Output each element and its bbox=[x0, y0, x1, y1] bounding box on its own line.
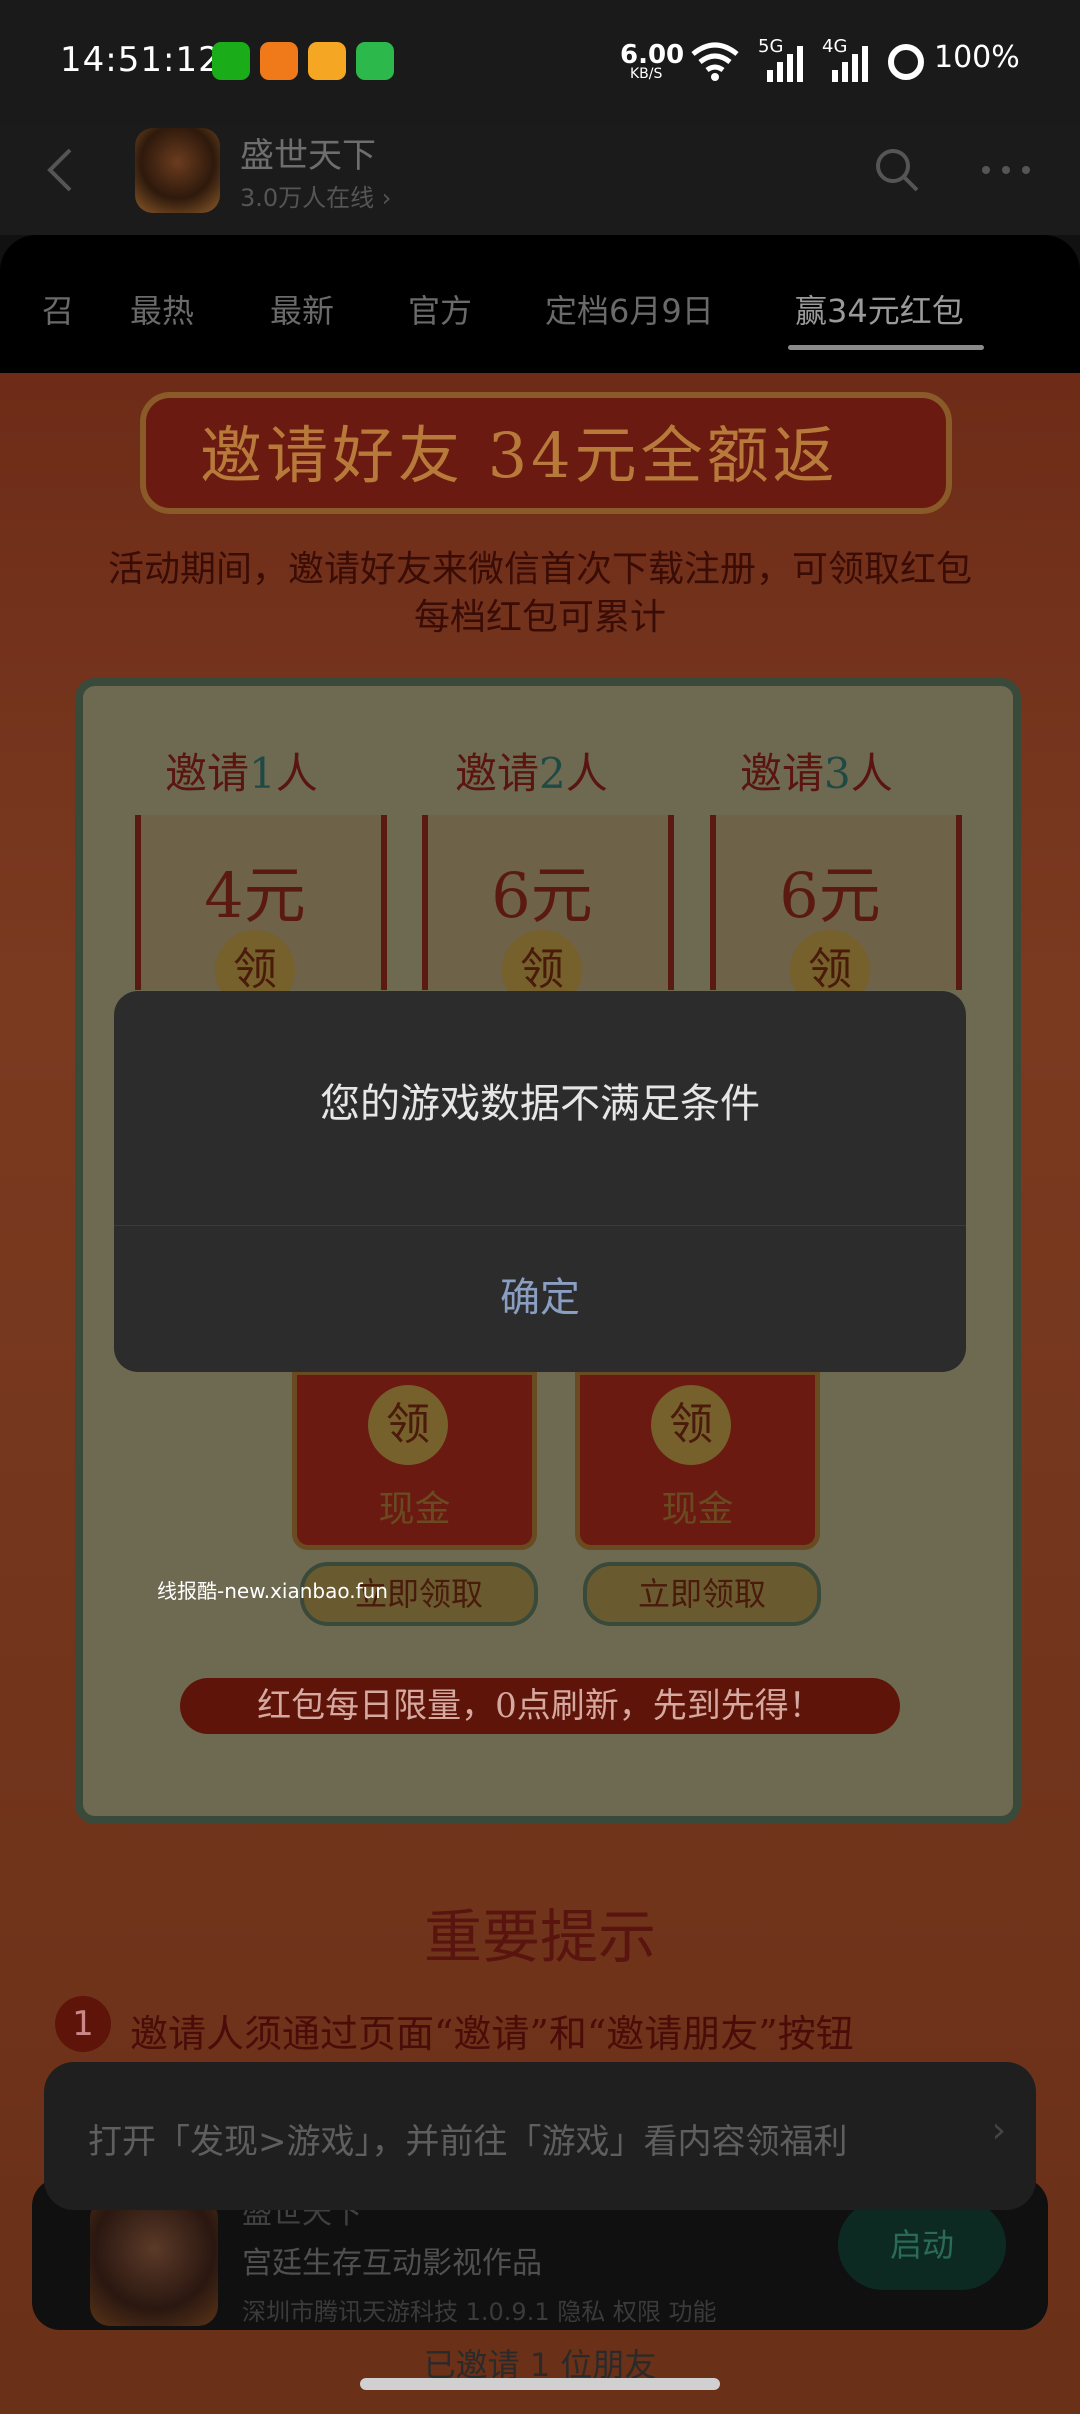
battery-saver-icon bbox=[356, 42, 394, 80]
watermark-text: 线报酷-new.xianbao.fun bbox=[157, 1579, 388, 1603]
activity-description-1: 活动期间，邀请好友来微信首次下载注册，可领取红包 bbox=[107, 549, 972, 590]
dialog-message: 您的游戏数据不满足条件 bbox=[320, 1081, 760, 1127]
game-name[interactable]: 盛世天下 bbox=[240, 128, 376, 177]
tip-number-badge: 1 bbox=[55, 1996, 111, 2052]
more-dots-icon[interactable] bbox=[980, 160, 1032, 180]
tip-1-text: 邀请人须通过页面“邀请”和“邀请朋友”按钮 bbox=[130, 2012, 854, 2056]
alert-dialog: 您的游戏数据不满足条件 确定 bbox=[114, 991, 966, 1372]
tab-red-packet[interactable]: 赢34元红包 bbox=[795, 286, 964, 332]
game-card-avatar bbox=[90, 2198, 218, 2326]
battery-percent: 100% bbox=[934, 40, 1020, 75]
chevron-right-icon: › bbox=[991, 2110, 1006, 2151]
back-button[interactable] bbox=[40, 145, 80, 195]
toast-text: 打开「发现>游戏」，并前往「游戏」看内容领福利 bbox=[88, 2122, 848, 2162]
app-notification-icon bbox=[260, 42, 298, 80]
tier-heading-1: 邀请1人 bbox=[165, 749, 318, 798]
tab-official[interactable]: 官方 bbox=[408, 286, 472, 332]
battery-ring-icon bbox=[888, 44, 924, 80]
game-card-subtitle: 宫廷生存互动影视作品 bbox=[242, 2246, 542, 2281]
status-bar: 14:51:12 6.00 KB/S 5G 4G 100% bbox=[0, 0, 1080, 125]
claim-badge-4[interactable]: 领 bbox=[368, 1385, 448, 1465]
wifi-icon bbox=[691, 42, 739, 81]
envelope-amount-2: 6元 bbox=[491, 859, 593, 932]
cash-label-1: 现金 bbox=[378, 1489, 451, 1530]
cash-label-2: 现金 bbox=[661, 1489, 734, 1530]
claim-now-button-2[interactable]: 立即领取 bbox=[583, 1562, 821, 1626]
signal-bars-icon-2 bbox=[832, 46, 868, 82]
tier-heading-3: 邀请3人 bbox=[740, 749, 893, 798]
daily-limit-notice: 红包每日限量，0点刷新，先到先得！ bbox=[180, 1678, 900, 1734]
tier-heading-2: 邀请2人 bbox=[455, 749, 608, 798]
activity-description-2: 每档红包可累计 bbox=[413, 597, 666, 638]
game-tip-toast[interactable]: 打开「发现>游戏」，并前往「游戏」看内容领福利 › bbox=[44, 2062, 1036, 2210]
confirm-button[interactable]: 确定 bbox=[114, 1225, 966, 1372]
game-card-info[interactable]: 深圳市腾讯天游科技 1.0.9.1 隐私 权限 功能 bbox=[242, 2292, 716, 2327]
online-count[interactable]: 3.0万人在线 › bbox=[240, 178, 391, 213]
banner-title: 邀请好友 34元全额返 bbox=[200, 419, 839, 492]
signal-bars-icon bbox=[767, 46, 803, 82]
app-notification-icon-2 bbox=[308, 42, 346, 80]
envelope-amount-1: 4元 bbox=[204, 859, 306, 932]
wechat-icon bbox=[212, 42, 250, 80]
launch-button[interactable]: 启动 bbox=[838, 2200, 1006, 2290]
tab-newest[interactable]: 最新 bbox=[270, 286, 334, 332]
home-indicator[interactable] bbox=[360, 2378, 720, 2390]
status-time: 14:51:12 bbox=[60, 40, 221, 80]
tab-partial[interactable]: 召 bbox=[42, 286, 74, 332]
envelope-amount-3: 6元 bbox=[779, 859, 881, 932]
important-title: 重要提示 bbox=[423, 1903, 656, 1971]
tab-release-date[interactable]: 定档6月9日 bbox=[545, 286, 714, 332]
tab-active-indicator bbox=[788, 345, 984, 350]
search-icon[interactable] bbox=[872, 145, 922, 195]
game-avatar[interactable] bbox=[135, 128, 220, 213]
claim-badge-5[interactable]: 领 bbox=[651, 1385, 731, 1465]
tab-hottest[interactable]: 最热 bbox=[130, 286, 194, 332]
net-speed-unit: KB/S bbox=[630, 66, 663, 82]
